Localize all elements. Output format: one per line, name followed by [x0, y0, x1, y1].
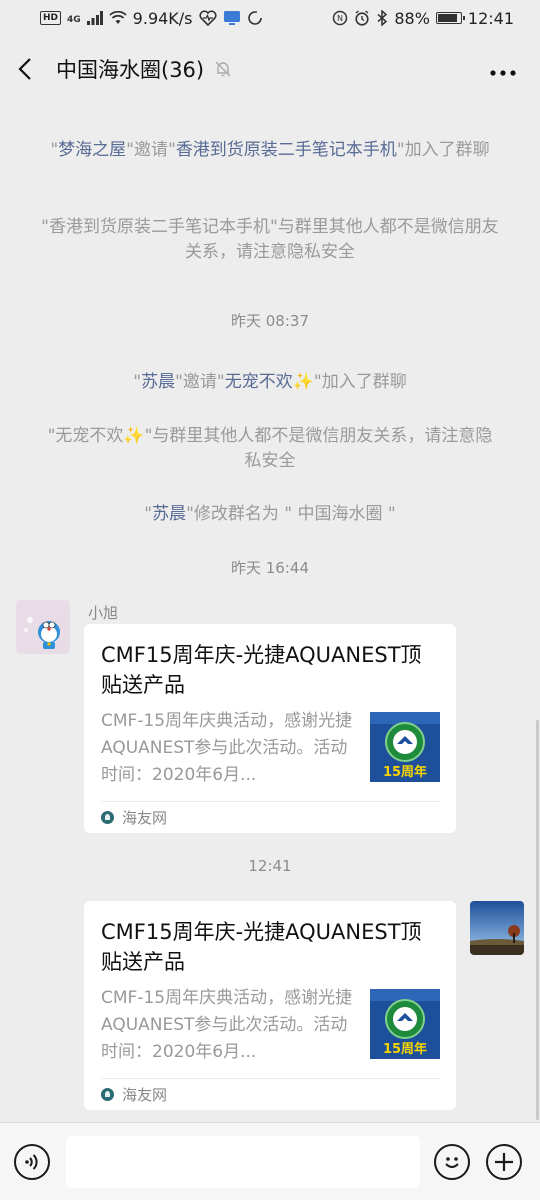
sync-icon — [247, 11, 262, 25]
invitee-name-link[interactable]: 香港到货原装二手笔记本手机 — [176, 140, 397, 160]
chat-area[interactable]: "梦海之屋"邀请"香港到货原装二手笔记本手机"加入了群聊 "香港到货原装二手笔记… — [0, 102, 540, 1122]
doraemon-avatar-image — [24, 617, 60, 649]
invitee-name-link[interactable]: 无宠不欢✨ — [225, 372, 314, 392]
status-right: N 88% 12:41 — [332, 9, 514, 28]
system-text: "邀请" — [126, 140, 176, 160]
back-icon — [18, 58, 31, 80]
link-card-source: 海友网 — [122, 809, 168, 827]
timestamp: 昨天 08:37 — [231, 312, 309, 330]
my-avatar[interactable] — [470, 901, 524, 955]
system-message-invite-2: "苏晨"邀请"无宠不欢✨"加入了群聊 — [40, 370, 500, 395]
link-card-body: CMF-15周年庆典活动，感谢光捷AQUANEST参与此次活动。活动时间：202… — [101, 708, 440, 789]
voice-icon — [25, 1153, 38, 1170]
link-card-description: CMF-15周年庆典活动，感谢光捷AQUANEST参与此次活动。活动时间：202… — [101, 711, 353, 785]
battery-percent: 88% — [394, 8, 430, 28]
system-text: "加入了群聊 — [396, 140, 490, 160]
link-card-title: CMF15周年庆-光捷AQUANEST顶贴送产品 — [101, 920, 422, 974]
signal-icon — [86, 11, 103, 25]
link-card-body: CMF-15周年庆典活动，感谢光捷AQUANEST参与此次活动。活动时间：202… — [101, 985, 440, 1066]
link-card-description: CMF-15周年庆典活动，感谢光捷AQUANEST参与此次活动。活动时间：202… — [101, 988, 353, 1062]
system-message-invite-1: "梦海之屋"邀请"香港到货原装二手笔记本手机"加入了群聊 — [40, 138, 500, 163]
svg-text:N: N — [337, 14, 343, 23]
timestamp: 12:41 — [248, 857, 292, 875]
sender-avatar[interactable] — [16, 600, 70, 654]
wifi-icon — [109, 11, 127, 24]
clock: 12:41 — [467, 8, 514, 28]
system-text: "加入了群聊 — [313, 372, 407, 392]
more-button[interactable] — [484, 57, 522, 82]
emoji-button[interactable] — [434, 1143, 470, 1180]
input-bar — [0, 1122, 540, 1200]
link-card-footer: 海友网 — [101, 801, 440, 833]
nfc-icon: N — [333, 10, 348, 26]
link-card-source: 海友网 — [122, 1086, 168, 1104]
site-logo-icon — [101, 811, 114, 824]
system-text: "邀请" — [175, 372, 225, 392]
link-card-thumbnail: 15周年 — [370, 712, 440, 782]
inviter-name-link[interactable]: 苏晨 — [141, 372, 175, 392]
link-card-incoming[interactable]: CMF15周年庆-光捷AQUANEST顶贴送产品 CMF-15周年庆典活动，感谢… — [84, 624, 456, 833]
screen-cast-icon — [223, 11, 240, 25]
status-bar: HD 4G 9.94K/s N 88% 12:41 — [0, 0, 540, 36]
system-message-rename: "苏晨"修改群名为 " 中国海水圈 " — [40, 502, 500, 527]
renamer-name-link[interactable]: 苏晨 — [152, 504, 186, 524]
quote: " — [133, 372, 142, 392]
chat-header: 中国海水圈(36) — [0, 36, 540, 102]
alarm-icon — [355, 10, 369, 26]
voice-button[interactable] — [14, 1143, 50, 1180]
site-logo-icon — [101, 1088, 114, 1101]
network-label: 4G — [67, 14, 81, 25]
system-message-privacy-2: "无宠不欢✨"与群里其他人都不是微信朋友关系，请注意隐私安全 — [47, 426, 493, 471]
system-message-privacy-1: "香港到货原装二手笔记本手机"与群里其他人都不是微信朋友关系，请注意隐私安全 — [41, 217, 499, 262]
more-icon — [490, 69, 516, 76]
chat-title: 中国海水圈(36) — [56, 58, 205, 82]
sender-name: 小旭 — [88, 604, 119, 622]
plus-icon — [495, 1152, 513, 1171]
thumbnail-text: 15周年 — [383, 764, 427, 780]
hd-badge: HD — [40, 11, 62, 25]
scrollbar[interactable] — [536, 720, 539, 1120]
system-text: "修改群名为 " 中国海水圈 " — [186, 504, 396, 524]
emoji-icon — [445, 1156, 459, 1168]
message-input[interactable] — [66, 1135, 420, 1188]
link-card-title: CMF15周年庆-光捷AQUANEST顶贴送产品 — [101, 643, 422, 697]
status-left: HD 4G 9.94K/s — [40, 9, 263, 28]
link-card-thumbnail: 15周年 — [370, 989, 440, 1059]
network-speed: 9.94K/s — [132, 8, 193, 28]
health-icon — [198, 10, 217, 26]
landscape-avatar-image — [470, 901, 524, 955]
link-card-outgoing[interactable]: CMF15周年庆-光捷AQUANEST顶贴送产品 CMF-15周年庆典活动，感谢… — [84, 901, 456, 1110]
battery-icon — [435, 12, 465, 24]
thumbnail-text: 15周年 — [383, 1041, 427, 1057]
inviter-name-link[interactable]: 梦海之屋 — [58, 140, 126, 160]
quote: " — [50, 140, 59, 160]
plus-button[interactable] — [486, 1143, 522, 1180]
quote: " — [144, 504, 153, 524]
battery-level — [437, 14, 457, 22]
timestamp: 昨天 16:44 — [231, 559, 309, 577]
back-button[interactable] — [18, 56, 38, 82]
bluetooth-icon — [377, 10, 388, 26]
link-card-footer: 海友网 — [101, 1078, 440, 1110]
mute-icon — [214, 60, 232, 78]
